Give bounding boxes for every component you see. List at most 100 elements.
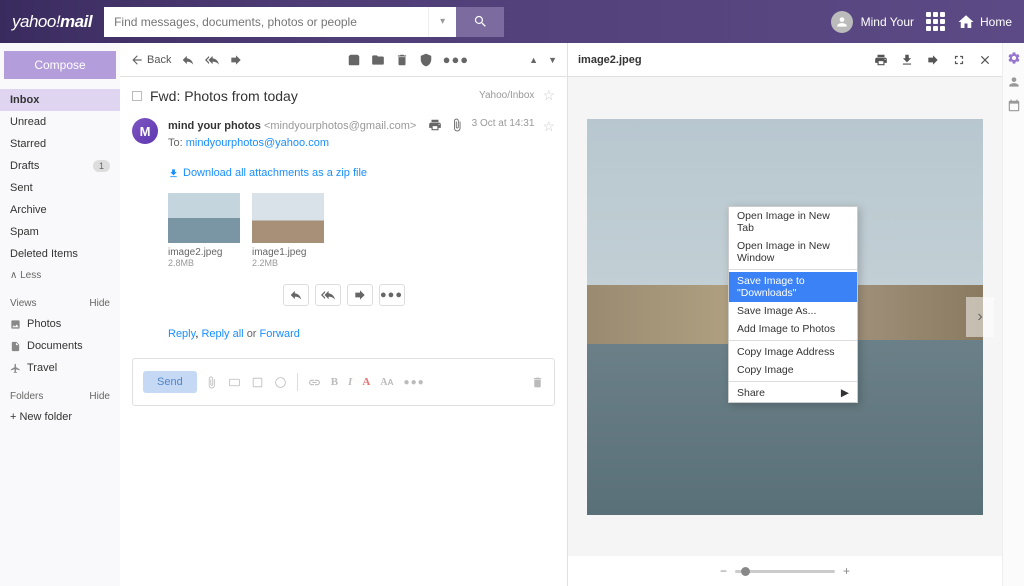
sender-avatar: M (132, 118, 158, 144)
more-format-icon[interactable]: ●●● (404, 377, 425, 388)
search-button[interactable] (456, 7, 504, 37)
select-checkbox[interactable] (132, 91, 142, 101)
folder-drafts[interactable]: Drafts1 (0, 155, 120, 177)
collapse-up-icon[interactable]: ▲ (529, 55, 538, 65)
location-label: Yahoo/Inbox (479, 90, 534, 101)
thumb-image (252, 193, 324, 243)
calendar-icon[interactable] (1007, 99, 1021, 113)
folders-header: FoldersHide (0, 385, 120, 406)
view-travel[interactable]: Travel (0, 357, 120, 379)
thumb-filename: image1.jpeg (252, 247, 324, 258)
send-button[interactable]: Send (143, 371, 197, 393)
more-icon[interactable]: ●●● (443, 52, 470, 67)
view-documents[interactable]: Documents (0, 335, 120, 357)
hide-folders[interactable]: Hide (89, 391, 110, 402)
user-avatar[interactable] (831, 11, 853, 33)
thumb-size: 2.8MB (168, 258, 240, 268)
message-toolbar: Back ●●● ▲ ▼ (120, 43, 567, 77)
collapse-down-icon[interactable]: ▼ (548, 55, 557, 65)
action-reply-all[interactable] (315, 284, 341, 306)
quick-compose[interactable]: Send B I A AA ●●● (132, 358, 555, 406)
attach-icon[interactable] (205, 376, 218, 389)
compose-button[interactable]: Compose (4, 51, 116, 79)
move-icon[interactable] (371, 53, 385, 67)
text-color-icon[interactable]: A (362, 376, 370, 388)
ctx-save-downloads[interactable]: Save Image to "Downloads" (729, 272, 857, 302)
ctx-share[interactable]: Share▶ (729, 384, 857, 402)
view-photos[interactable]: Photos (0, 313, 120, 335)
ctx-open-new-window[interactable]: Open Image in New Window (729, 237, 857, 267)
folder-sent[interactable]: Sent (0, 177, 120, 199)
archive-icon[interactable] (347, 53, 361, 67)
preview-fullscreen-icon[interactable] (952, 53, 966, 67)
folder-starred[interactable]: Starred (0, 133, 120, 155)
forward-link[interactable]: Forward (260, 328, 300, 340)
preview-forward-icon[interactable] (926, 53, 940, 67)
attachment-thumb[interactable]: image1.jpeg 2.2MB (252, 193, 324, 268)
search-input[interactable] (104, 7, 428, 37)
zoom-control: − + (568, 556, 1002, 586)
photos-icon (10, 319, 21, 330)
ctx-copy-address[interactable]: Copy Image Address (729, 343, 857, 361)
message-star-icon[interactable]: ☆ (542, 118, 555, 135)
action-forward[interactable] (347, 284, 373, 306)
preview-download-icon[interactable] (900, 53, 914, 67)
link-icon[interactable] (308, 376, 321, 389)
folder-archive[interactable]: Archive (0, 199, 120, 221)
star-icon[interactable]: ☆ (542, 87, 555, 104)
ctx-add-to-photos[interactable]: Add Image to Photos (729, 320, 857, 338)
gif-icon[interactable] (228, 376, 241, 389)
ctx-save-as[interactable]: Save Image As... (729, 302, 857, 320)
delete-icon[interactable] (395, 53, 409, 67)
reply-all-icon[interactable] (205, 53, 219, 67)
action-more[interactable]: ●●● (379, 284, 405, 306)
preview-print-icon[interactable] (874, 53, 888, 67)
message-pane: Back ●●● ▲ ▼ Fwd: Photos from today Yaho… (120, 43, 568, 586)
next-image-icon[interactable]: › (966, 297, 994, 337)
less-toggle[interactable]: ∧ Less (0, 265, 120, 286)
reply-link[interactable]: Reply (168, 328, 195, 340)
from-row: M mind your photos <mindyourphotos@gmail… (120, 114, 567, 159)
zoom-in-icon[interactable]: + (843, 564, 850, 578)
folder-unread[interactable]: Unread (0, 111, 120, 133)
trash-icon[interactable] (531, 376, 544, 389)
hide-views[interactable]: Hide (89, 298, 110, 309)
print-icon[interactable] (428, 118, 442, 132)
home-link[interactable]: Home (957, 13, 1012, 31)
attachment-icon (450, 118, 464, 132)
settings-gear-icon[interactable] (1007, 51, 1021, 65)
attachment-thumb[interactable]: image2.jpeg 2.8MB (168, 193, 240, 268)
ctx-copy-image[interactable]: Copy Image (729, 361, 857, 379)
subject-row: Fwd: Photos from today Yahoo/Inbox ☆ (120, 77, 567, 114)
to-address[interactable]: mindyourphotos@yahoo.com (186, 137, 329, 149)
folder-inbox[interactable]: Inbox (0, 89, 120, 111)
stationery-icon[interactable] (251, 376, 264, 389)
italic-icon[interactable]: I (348, 376, 352, 388)
reply-icon[interactable] (181, 53, 195, 67)
new-folder[interactable]: + New folder (0, 406, 120, 428)
contacts-icon[interactable] (1007, 75, 1021, 89)
search-dropdown-toggle[interactable]: ▾ (428, 7, 456, 37)
travel-icon (10, 363, 21, 374)
preview-close-icon[interactable] (978, 53, 992, 67)
yahoo-mail-logo[interactable]: yahoo!mail (12, 12, 92, 32)
submenu-arrow-icon: ▶ (841, 387, 849, 399)
zoom-slider[interactable] (735, 570, 835, 573)
thumb-size: 2.2MB (252, 258, 324, 268)
action-reply[interactable] (283, 284, 309, 306)
download-all-link[interactable]: Download all attachments as a zip file (168, 167, 555, 179)
spam-icon[interactable] (419, 53, 433, 67)
folder-spam[interactable]: Spam (0, 221, 120, 243)
back-button[interactable]: Back (130, 53, 171, 67)
emoji-icon[interactable] (274, 376, 287, 389)
folder-deleted[interactable]: Deleted Items (0, 243, 120, 265)
apps-icon[interactable] (926, 12, 945, 31)
ctx-open-new-tab[interactable]: Open Image in New Tab (729, 207, 857, 237)
views-header: ViewsHide (0, 292, 120, 313)
font-size-icon[interactable]: AA (380, 377, 393, 388)
reply-all-link[interactable]: Reply all (201, 328, 243, 340)
forward-icon[interactable] (229, 53, 243, 67)
reply-links: Reply, Reply all or Forward (120, 320, 567, 348)
zoom-out-icon[interactable]: − (720, 564, 727, 578)
bold-icon[interactable]: B (331, 376, 338, 388)
